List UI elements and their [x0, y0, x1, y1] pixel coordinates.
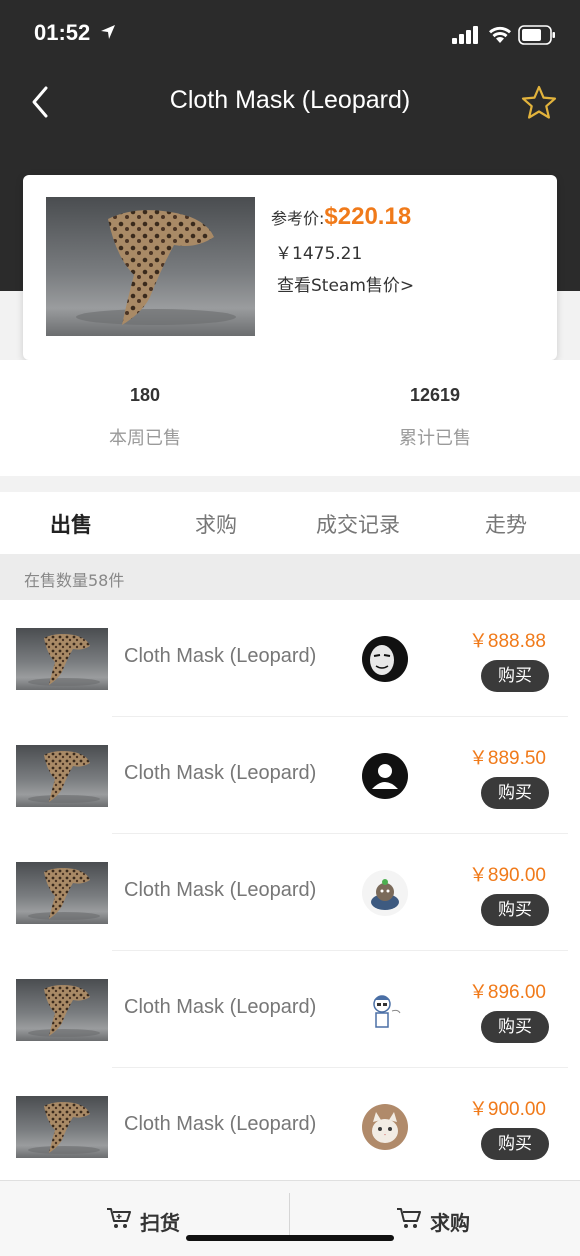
tab-selling[interactable]: 出售: [50, 509, 92, 539]
listing-price: ￥900.00: [468, 1099, 546, 1120]
listing-item-image: [16, 745, 108, 807]
home-indicator[interactable]: [186, 1235, 394, 1241]
battery-icon: [518, 25, 555, 45]
list-item[interactable]: Cloth Mask (Leopard) ￥889.50 购买: [0, 717, 580, 834]
total-sold-stat: 12619 累计已售: [335, 385, 535, 450]
tab-bar: 出售 求购 成交记录 走势: [0, 492, 580, 554]
cart-icon: [397, 1208, 421, 1228]
cny-price: ￥1475.21: [275, 244, 363, 264]
bottom-action-bar: 扫货 求购: [0, 1180, 580, 1256]
buy-button[interactable]: 购买: [481, 894, 549, 926]
sketch-avatar: [362, 987, 408, 1033]
request-label: 求购: [430, 1211, 470, 1235]
cellular-signal-icon: [452, 26, 478, 44]
listing-item-image: [16, 628, 108, 690]
total-sold-label: 累计已售: [399, 428, 471, 449]
default-avatar: [362, 753, 408, 799]
reference-price-label: 参考价:: [271, 209, 325, 228]
listing-count: 在售数量58件: [24, 571, 125, 590]
reference-price: 参考价:$220.18: [271, 203, 411, 231]
status-bar: 01:52: [0, 0, 580, 72]
weekly-sold-label: 本周已售: [109, 428, 181, 449]
listing-name: Cloth Mask (Leopard): [124, 645, 317, 667]
cartoon-avatar: [362, 870, 408, 916]
mask-avatar: [362, 636, 408, 682]
tab-buy-requests[interactable]: 求购: [195, 509, 237, 539]
item-info-card: 参考价:$220.18 ￥1475.21 查看Steam售价>: [23, 175, 557, 360]
listing-item-image: [16, 979, 108, 1041]
listing-item-image: [16, 1096, 108, 1158]
location-arrow-icon: [101, 25, 115, 39]
listing-name: Cloth Mask (Leopard): [124, 879, 317, 901]
cart-icon: [107, 1208, 131, 1228]
list-item[interactable]: Cloth Mask (Leopard) ￥896.00 购买: [0, 951, 580, 1068]
list-item[interactable]: Cloth Mask (Leopard) ￥888.88 购买: [0, 600, 580, 717]
total-sold-value: 12619: [409, 385, 461, 405]
status-time: 01:52: [34, 20, 91, 45]
weekly-sold-value: 180: [129, 385, 161, 405]
buy-button[interactable]: 购买: [481, 1011, 549, 1043]
wifi-icon: [489, 26, 511, 43]
cat-avatar: [362, 1104, 408, 1150]
sweep-button[interactable]: 扫货: [0, 1181, 290, 1256]
list-item[interactable]: Cloth Mask (Leopard) ￥890.00 购买: [0, 834, 580, 951]
weekly-sold-stat: 180 本周已售: [45, 385, 245, 450]
favorite-star-icon[interactable]: [520, 84, 558, 122]
tab-transactions[interactable]: 成交记录: [316, 509, 400, 539]
listing-name: Cloth Mask (Leopard): [124, 1113, 317, 1135]
navigation-bar: Cloth Mask (Leopard): [0, 72, 580, 132]
steam-price-link[interactable]: 查看Steam售价>: [277, 271, 414, 296]
listing-price: ￥889.50: [468, 748, 546, 769]
item-image: [46, 197, 255, 336]
cloth-mask-image: [76, 210, 236, 325]
listing-count-bar: 在售数量58件: [0, 554, 580, 600]
listing-list: Cloth Mask (Leopard) ￥888.88 购买 Cloth Ma…: [0, 600, 580, 1180]
tab-trend[interactable]: 走势: [485, 509, 527, 539]
listing-name: Cloth Mask (Leopard): [124, 762, 317, 784]
request-button[interactable]: 求购: [290, 1181, 580, 1256]
listing-price: ￥888.88: [468, 631, 546, 652]
list-item[interactable]: Cloth Mask (Leopard) ￥900.00 购买: [0, 1068, 580, 1185]
sweep-label: 扫货: [140, 1211, 180, 1235]
page-title: Cloth Mask (Leopard): [169, 86, 411, 114]
reference-price-value: $220.18: [324, 203, 412, 230]
listing-price: ￥896.00: [468, 982, 546, 1003]
sales-stats: 180 本周已售 12619 累计已售: [0, 360, 580, 476]
buy-button[interactable]: 购买: [481, 777, 549, 809]
listing-item-image: [16, 862, 108, 924]
buy-button[interactable]: 购买: [481, 660, 549, 692]
listing-name: Cloth Mask (Leopard): [124, 996, 317, 1018]
buy-button[interactable]: 购买: [481, 1128, 549, 1160]
back-arrow-icon[interactable]: [26, 82, 56, 122]
listing-price: ￥890.00: [468, 865, 546, 886]
